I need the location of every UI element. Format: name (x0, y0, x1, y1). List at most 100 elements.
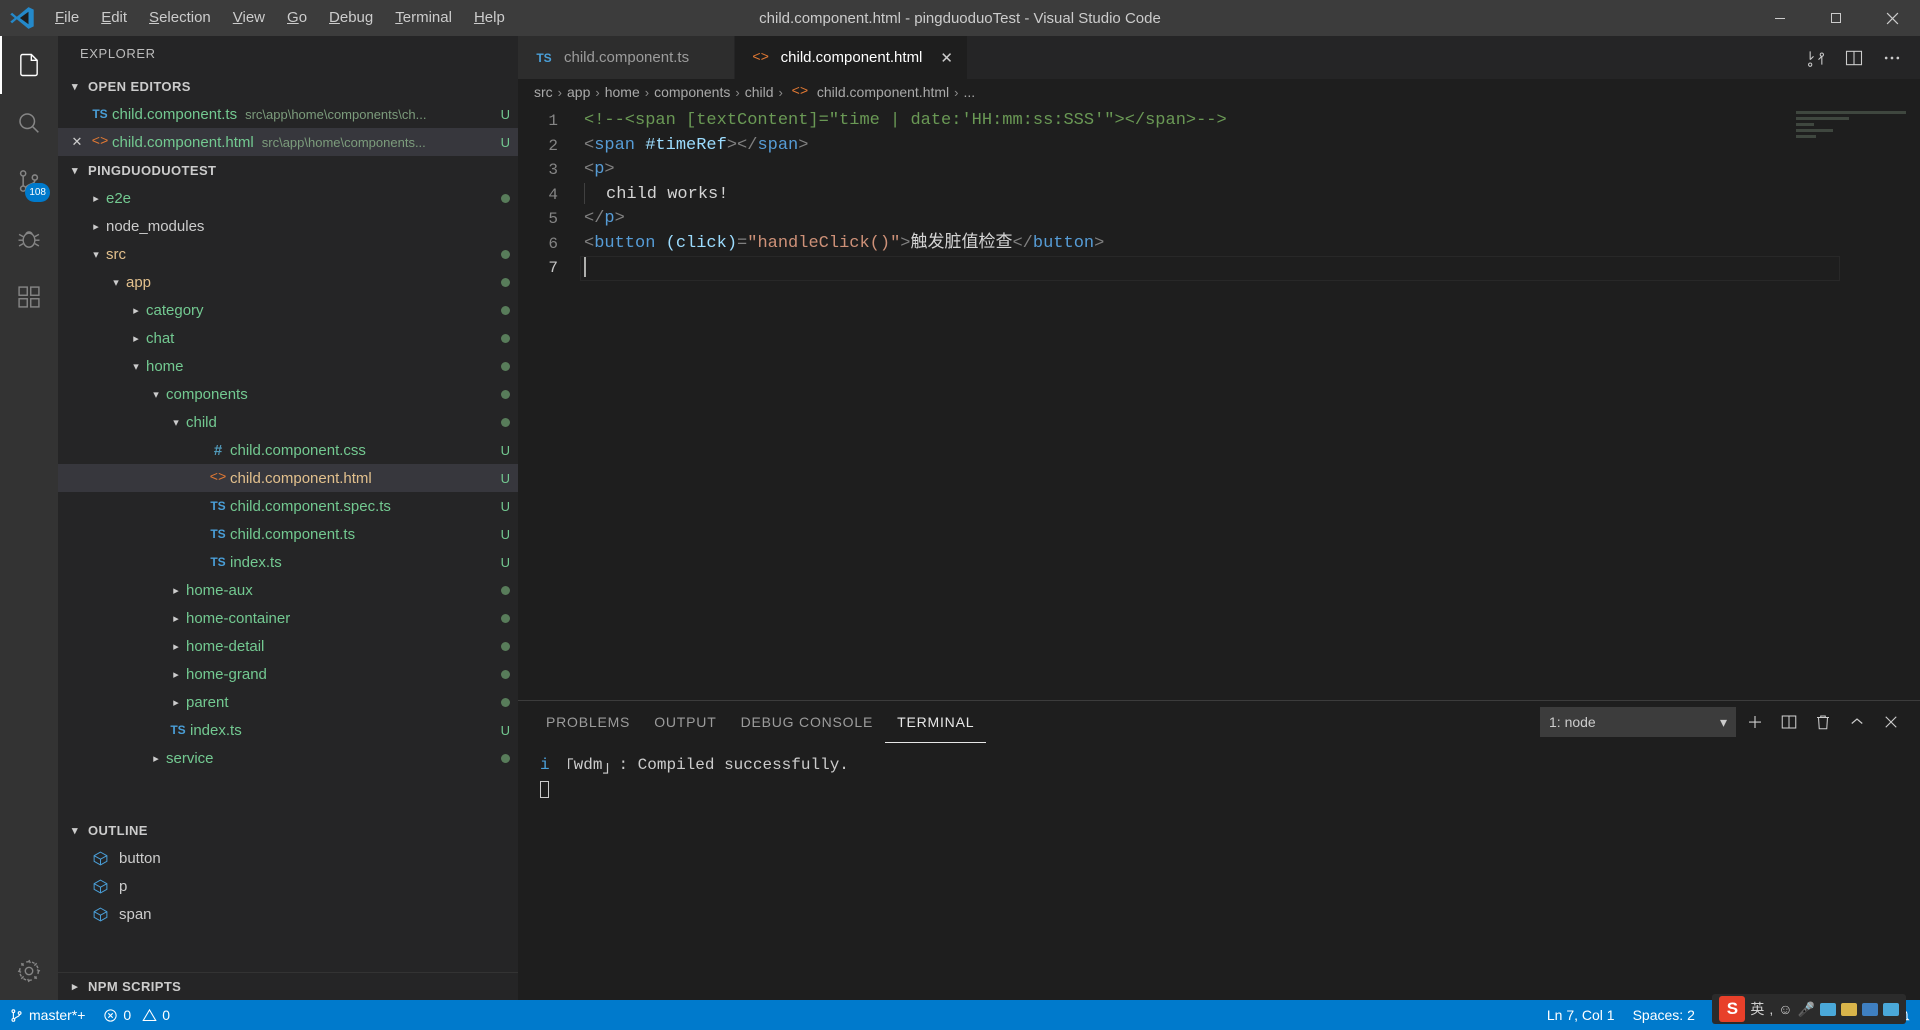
menu-go[interactable]: Go (276, 0, 318, 36)
code-line: 7 (518, 256, 1920, 281)
open-editor-badge: U (500, 134, 510, 150)
open-editor-item-html[interactable]: ✕ <> child.component.html src\app\home\c… (58, 128, 518, 156)
tree-folder-components[interactable]: ▾ components (58, 380, 518, 408)
code-token-attr: (click) (665, 233, 738, 253)
activity-manage-settings[interactable] (0, 942, 58, 1000)
menu-debug[interactable]: Debug (318, 0, 384, 36)
breadcrumb-item-home[interactable]: home (605, 84, 640, 100)
tree-file-index.ts[interactable]: ▸ TS index.ts U (58, 548, 518, 576)
section-outline[interactable]: ▾ OUTLINE (58, 816, 518, 844)
tree-folder-app[interactable]: ▾ app (58, 268, 518, 296)
more-actions-icon[interactable] (1876, 44, 1908, 72)
section-open-editors[interactable]: ▾ OPEN EDITORS (58, 72, 518, 100)
code-editor[interactable]: 1 <!--<span [textContent]="time | date:'H… (518, 105, 1920, 700)
terminal-select[interactable]: 1: node ▾ (1540, 707, 1736, 737)
breadcrumb-item-child[interactable]: child (745, 84, 774, 100)
open-changes-icon[interactable] (1800, 44, 1832, 72)
tree-folder-e2e[interactable]: ▸ e2e (58, 184, 518, 212)
menu-help[interactable]: Help (463, 0, 516, 36)
section-npm-scripts[interactable]: ▸ NPM SCRIPTS (58, 972, 518, 1000)
activity-explorer[interactable] (0, 36, 58, 94)
section-project[interactable]: ▾ PINGDUODUOTEST (58, 156, 518, 184)
minimize-button[interactable] (1752, 0, 1808, 36)
breadcrumb-item-app[interactable]: app (567, 84, 590, 100)
breadcrumb[interactable]: src › app › home › components › child › <> child.co… (518, 79, 1920, 105)
tree-file-child.component.ts[interactable]: ▸ TS child.component.ts U (58, 520, 518, 548)
outline-item-span[interactable]: span (58, 900, 518, 928)
status-problems[interactable]: 0 0 (94, 1000, 179, 1030)
activity-extensions[interactable] (0, 268, 58, 326)
code-line: 4 child works! (518, 182, 1920, 208)
tree-folder-node_modules[interactable]: ▸ node_modules (58, 212, 518, 240)
menu-view[interactable]: View (222, 0, 276, 36)
new-terminal-icon[interactable] (1740, 707, 1770, 737)
tab-close-icon[interactable]: ✕ (940, 49, 953, 67)
keyboard-icon[interactable] (1820, 1002, 1836, 1016)
activity-search[interactable] (0, 94, 58, 152)
breadcrumb-label: child (744, 84, 774, 100)
tree-folder-home-detail[interactable]: ▸ home-detail (58, 632, 518, 660)
sogou-logo-icon[interactable]: S (1719, 996, 1746, 1022)
ime-toolbar[interactable]: S 英 , ☺ 🎤 (1712, 994, 1906, 1024)
grid-icon[interactable] (1883, 1002, 1899, 1016)
panel-tab-terminal[interactable]: TERMINAL (885, 701, 987, 743)
maximize-button[interactable] (1808, 0, 1864, 36)
toolbox-icon[interactable] (1841, 1002, 1857, 1016)
outline-item-p[interactable]: p (58, 872, 518, 900)
breadcrumb-separator-icon: › (954, 84, 959, 100)
breadcrumb-item-child.component.html[interactable]: <> child.component.html (788, 84, 949, 100)
breadcrumb-item-...[interactable]: ... (964, 84, 976, 100)
tab-close-icon[interactable]: ✕ (707, 49, 720, 67)
menu-terminal[interactable]: Terminal (384, 0, 463, 36)
panel-tab-problems[interactable]: PROBLEMS (534, 701, 642, 743)
tab-child-component-ts[interactable]: TS child.component.ts ✕ (518, 36, 735, 79)
close-button[interactable] (1864, 0, 1920, 36)
status-indentation[interactable]: Spaces: 2 (1624, 1000, 1704, 1030)
status-cursor-position[interactable]: Ln 7, Col 1 (1538, 1000, 1624, 1030)
split-editor-icon[interactable] (1838, 44, 1870, 72)
menu-edit[interactable]: Edit (90, 0, 138, 36)
maximize-panel-icon[interactable] (1842, 707, 1872, 737)
tree-folder-child[interactable]: ▾ child (58, 408, 518, 436)
activity-debug[interactable] (0, 210, 58, 268)
tree-folder-home[interactable]: ▾ home (58, 352, 518, 380)
breadcrumb-item-src[interactable]: src (534, 84, 553, 100)
panel-tab-debug-console[interactable]: DEBUG CONSOLE (729, 701, 886, 743)
tree-folder-home-grand[interactable]: ▸ home-grand (58, 660, 518, 688)
tree-folder-home-container[interactable]: ▸ home-container (58, 604, 518, 632)
outline-item-button[interactable]: button (58, 844, 518, 872)
smiley-icon[interactable]: ☺ (1778, 1001, 1792, 1017)
tree-item-status-dot (501, 613, 510, 623)
ime-mode-label[interactable]: 英 (1750, 999, 1764, 1019)
activity-source-control[interactable]: 108 (0, 152, 58, 210)
close-panel-icon[interactable] (1876, 707, 1906, 737)
hat-icon[interactable] (1862, 1002, 1878, 1016)
panel-tab-output[interactable]: OUTPUT (642, 701, 728, 743)
tree-folder-chat[interactable]: ▸ chat (58, 324, 518, 352)
tab-child-component-html[interactable]: <> child.component.html ✕ (734, 36, 968, 79)
minimap[interactable] (1796, 111, 1906, 151)
open-editor-item-ts[interactable]: TS child.component.ts src\app\home\compo… (58, 100, 518, 128)
breadcrumb-item-components[interactable]: components (654, 84, 730, 100)
menu-selection[interactable]: Selection (138, 0, 222, 36)
code-token-str: "handleClick()" (747, 233, 901, 253)
split-terminal-icon[interactable] (1774, 707, 1804, 737)
tree-file-child.component.spec.ts[interactable]: ▸ TS child.component.spec.ts U (58, 492, 518, 520)
tree-file-index.ts[interactable]: ▸ TS index.ts U (58, 716, 518, 744)
tree-file-child.component.html[interactable]: ▸<>child.component.html U (58, 464, 518, 492)
status-branch[interactable]: master*+ (0, 1000, 94, 1030)
comma-icon[interactable]: , (1769, 1001, 1773, 1017)
kill-terminal-icon[interactable] (1808, 707, 1838, 737)
menu-file[interactable]: File (44, 0, 90, 36)
tree-file-child.component.css[interactable]: ▸ # child.component.css U (58, 436, 518, 464)
mic-icon[interactable]: 🎤 (1798, 1001, 1815, 1018)
tree-folder-service[interactable]: ▸ service (58, 744, 518, 772)
tree-folder-parent[interactable]: ▸ parent (58, 688, 518, 716)
tree-folder-home-aux[interactable]: ▸ home-aux (58, 576, 518, 604)
close-icon[interactable]: ✕ (66, 134, 88, 150)
terminal-output[interactable]: i 「 wdm 」 : Compiled successfully. (518, 743, 1920, 1000)
file-tree[interactable]: ▸ e2e ▸ node_modules ▾ src ▾ app ▸ category ▸ chat ▾… (58, 184, 518, 816)
tree-folder-src[interactable]: ▾ src (58, 240, 518, 268)
tree-folder-category[interactable]: ▸ category (58, 296, 518, 324)
chevron-right-icon: ▸ (133, 304, 139, 317)
